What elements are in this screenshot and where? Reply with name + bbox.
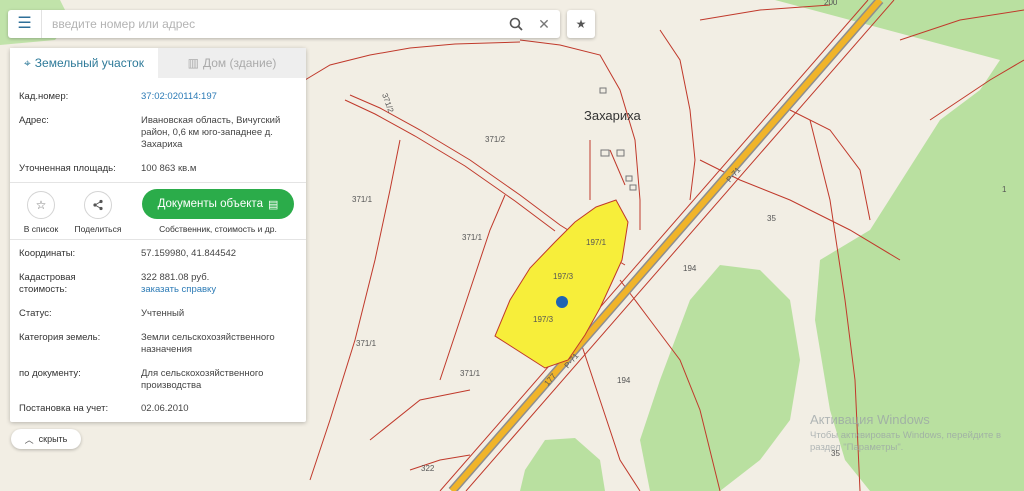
- coords-value: 57.159980, 41.844542: [141, 248, 237, 259]
- clear-button[interactable]: ✕: [530, 10, 558, 38]
- share-button[interactable]: [84, 191, 112, 219]
- order-certificate-link[interactable]: заказать справку: [141, 284, 297, 296]
- parcel-label: 197/3: [553, 272, 574, 281]
- share-icon: [93, 199, 103, 211]
- status-label: Статус:: [19, 308, 52, 319]
- cad-number-label: Кад.номер:: [19, 91, 69, 102]
- parcel-label: 1: [1002, 185, 1007, 194]
- watermark-subtitle: Чтобы активировать Windows, перейдите в …: [810, 430, 1002, 453]
- area-label: Уточненная площадь:: [19, 163, 116, 174]
- documents-button-label: Документы объекта: [157, 198, 263, 210]
- hide-panel-button[interactable]: ︿ скрыть: [11, 429, 81, 449]
- address-value: Ивановская область, Вичугский район, 0,6…: [141, 115, 281, 150]
- tab-label: Земельный участок: [34, 56, 144, 70]
- map-pin-icon: ⌖: [24, 55, 31, 70]
- coords-label: Координаты:: [19, 248, 76, 259]
- registered-label: Постановка на учет:: [19, 403, 109, 414]
- search-bar: ☰ ✕: [8, 10, 560, 38]
- registered-value: 02.06.2010: [141, 403, 189, 414]
- cad-number-link[interactable]: 37:02:020114:197: [141, 91, 297, 103]
- parcel-label: 197/3: [533, 315, 554, 324]
- star-icon: ★: [575, 17, 587, 31]
- close-icon: ✕: [538, 15, 550, 32]
- parcel-label: 197/1: [586, 238, 607, 247]
- parcel-label: 371/1: [460, 369, 481, 378]
- cad-cost-label-line2: стоимость:: [19, 284, 68, 295]
- add-to-list-label: В список: [23, 224, 59, 234]
- search-button[interactable]: [502, 10, 530, 38]
- area-value: 100 863 кв.м: [141, 163, 197, 174]
- land-category-label: Категория земель:: [19, 332, 101, 343]
- windows-activation-watermark: Активация Windows Чтобы активировать Win…: [810, 412, 1020, 454]
- menu-button[interactable]: ☰: [8, 10, 42, 38]
- by-document-label: по документу:: [19, 368, 81, 379]
- parcel-info-panel: ⌖ Земельный участок ▥ Дом (здание) Кад.н…: [10, 48, 306, 422]
- parcel-label: 194: [617, 376, 631, 385]
- parcel-label: 371/1: [352, 195, 373, 204]
- documents-caption: Собственник, стоимость и др.: [159, 224, 277, 234]
- by-document-value: Для сельскохозяйственного производства: [141, 368, 264, 391]
- parcel-label: 371/1: [356, 339, 377, 348]
- divider: [10, 239, 306, 240]
- parcel-label: 322: [421, 464, 435, 473]
- map-village-label: Захариха: [584, 108, 642, 123]
- document-icon: ▤: [267, 198, 279, 211]
- hide-label: скрыть: [38, 434, 68, 444]
- parcel-label: 371/2: [485, 135, 506, 144]
- chevron-up-icon: ︿: [24, 434, 34, 445]
- parcel-label: 35: [767, 214, 776, 223]
- favorites-button[interactable]: ★: [567, 10, 595, 38]
- cad-cost-value: 322 881.08 руб.: [141, 272, 210, 283]
- menu-icon: ☰: [17, 15, 32, 32]
- add-to-list-button[interactable]: ☆: [27, 191, 55, 219]
- panel-tabs: ⌖ Земельный участок ▥ Дом (здание): [10, 48, 306, 78]
- tab-land-parcel[interactable]: ⌖ Земельный участок: [10, 48, 158, 78]
- tab-label: Дом (здание): [202, 56, 277, 70]
- land-category-value: Земли сельскохозяйственного назначения: [141, 332, 275, 355]
- location-marker[interactable]: [556, 296, 568, 308]
- tab-building[interactable]: ▥ Дом (здание): [158, 48, 306, 78]
- parcel-label: 200: [824, 0, 838, 7]
- divider: [10, 182, 306, 183]
- search-icon: [509, 17, 523, 31]
- building-icon: ▥: [187, 56, 199, 70]
- parcel-label: 371/1: [462, 233, 483, 242]
- address-label: Адрес:: [19, 115, 49, 126]
- status-value: Учтенный: [141, 308, 185, 319]
- share-label: Поделиться: [74, 224, 122, 234]
- star-outline-icon: ☆: [35, 198, 47, 212]
- parcel-label: 194: [683, 264, 697, 273]
- object-documents-button[interactable]: Документы объекта ▤: [142, 189, 294, 219]
- watermark-title: Активация Windows: [810, 412, 930, 427]
- cad-cost-label-line1: Кадастровая: [19, 272, 76, 283]
- search-input[interactable]: [42, 10, 502, 38]
